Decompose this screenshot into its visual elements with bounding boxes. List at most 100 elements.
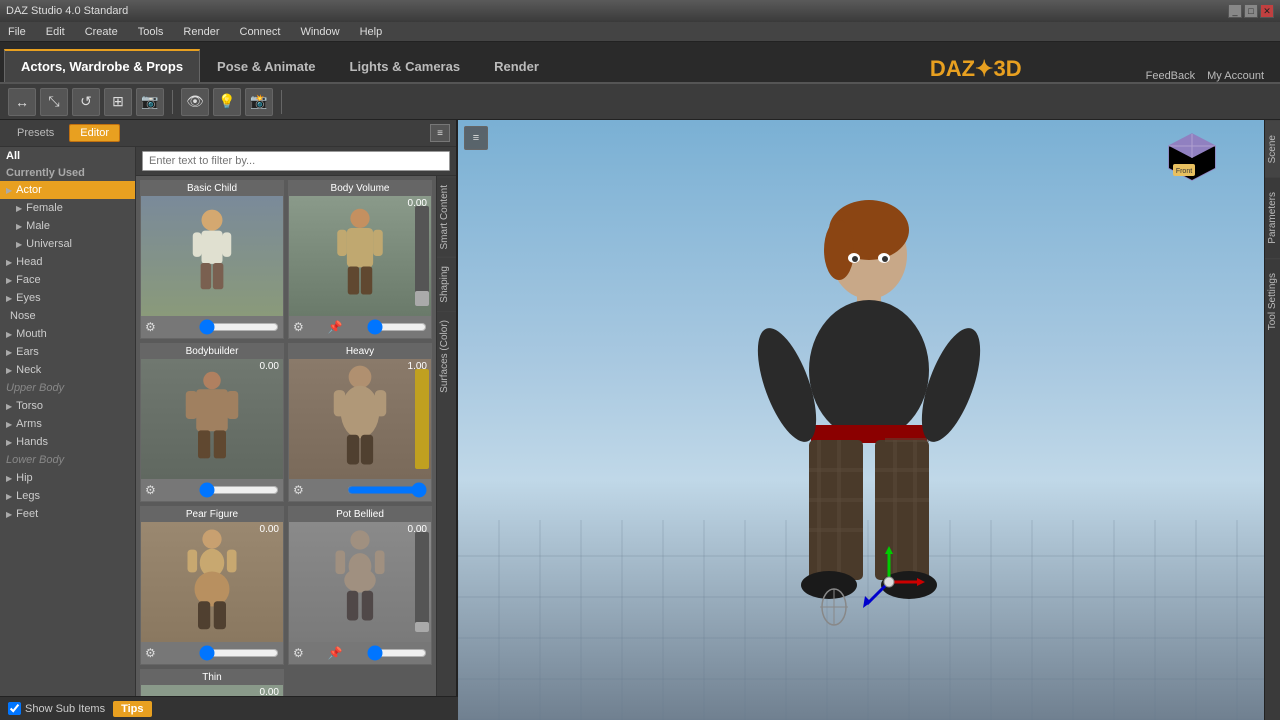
myaccount-link[interactable]: My Account: [1207, 70, 1264, 82]
card-slider-body-volume[interactable]: [367, 321, 427, 333]
card-settings-icon-6[interactable]: ⚙: [293, 646, 304, 660]
menu-create[interactable]: Create: [81, 24, 122, 40]
card-slider-pot-bellied[interactable]: [367, 647, 427, 659]
card-thin[interactable]: Thin 0.00: [140, 669, 284, 696]
smart-content-tab[interactable]: Smart Content: [437, 176, 456, 257]
cat-actor[interactable]: ▶Actor: [0, 181, 135, 199]
menu-file[interactable]: File: [4, 24, 30, 40]
cat-nose[interactable]: Nose: [0, 307, 135, 325]
cat-lower-body-header: Lower Body: [0, 451, 135, 469]
card-img-thin: 0.00: [141, 685, 283, 696]
cat-female[interactable]: ▶Female: [0, 199, 135, 217]
cat-hip[interactable]: ▶Hip: [0, 469, 135, 487]
card-pot-bellied[interactable]: Pot Bellied: [288, 506, 432, 665]
card-settings-icon-5[interactable]: ⚙: [145, 646, 156, 660]
cat-face[interactable]: ▶Face: [0, 271, 135, 289]
close-button[interactable]: ✕: [1260, 4, 1274, 18]
maximize-button[interactable]: □: [1244, 4, 1258, 18]
card-title-body-volume: Body Volume: [289, 181, 431, 196]
card-controls-body-volume: ⚙ 📌: [289, 316, 431, 338]
card-slider-basic-child[interactable]: [199, 321, 279, 333]
card-pin-icon-2[interactable]: 📌: [328, 646, 343, 660]
show-sub-items-bottom-label[interactable]: Show Sub Items: [8, 702, 105, 715]
toolbar-btn-2[interactable]: ⤡: [40, 88, 68, 116]
toolbar-btn-5[interactable]: 📷: [136, 88, 164, 116]
menu-bar: File Edit Create Tools Render Connect Wi…: [0, 22, 1280, 42]
tab-render[interactable]: Render: [477, 49, 556, 82]
toolbar-btn-6[interactable]: 👁: [181, 88, 209, 116]
toolbar-separator-2: [281, 90, 282, 114]
card-body-volume[interactable]: Body Volume 0.00: [288, 180, 432, 339]
figure-base-indicator: [819, 587, 849, 630]
card-pear-figure[interactable]: Pear Figure: [140, 506, 284, 665]
editor-tab[interactable]: Editor: [69, 124, 120, 142]
search-input[interactable]: [142, 151, 450, 171]
card-bodybuilder[interactable]: Bodybuilder 0.00: [140, 343, 284, 502]
panel-menu-button[interactable]: ≡: [430, 124, 450, 142]
cat-mouth[interactable]: ▶Mouth: [0, 325, 135, 343]
toolbar-btn-8[interactable]: 📸: [245, 88, 273, 116]
cat-arms[interactable]: ▶Arms: [0, 415, 135, 433]
cat-universal[interactable]: ▶Universal: [0, 235, 135, 253]
shaping-tab[interactable]: Shaping: [437, 257, 456, 311]
tab-pose[interactable]: Pose & Animate: [200, 49, 333, 82]
card-settings-icon-3[interactable]: ⚙: [145, 483, 156, 497]
filter-bar: [136, 147, 456, 176]
show-sub-items-bottom-text: Show Sub Items: [25, 703, 105, 715]
card-title-pot-bellied: Pot Bellied: [289, 507, 431, 522]
content-area: Basic Child: [136, 147, 456, 720]
transform-gizmo: [849, 542, 929, 625]
card-basic-child[interactable]: Basic Child: [140, 180, 284, 339]
content-grid: Basic Child: [136, 176, 436, 696]
card-slider-heavy[interactable]: [347, 484, 427, 496]
panel-tabs: Presets Editor ≡: [0, 120, 456, 147]
cat-male[interactable]: ▶Male: [0, 217, 135, 235]
cat-torso[interactable]: ▶Torso: [0, 397, 135, 415]
card-controls-basic-child: ⚙: [141, 316, 283, 338]
viewport[interactable]: Front ≡ Scene Parameters Tool Settings: [458, 120, 1280, 720]
viewport-menu-icon[interactable]: ≡: [464, 126, 488, 150]
toolbar-btn-3[interactable]: ↺: [72, 88, 100, 116]
cat-upper-body-header: Upper Body: [0, 379, 135, 397]
toolbar-btn-1[interactable]: ↔: [8, 88, 36, 116]
menu-connect[interactable]: Connect: [236, 24, 285, 40]
cat-head[interactable]: ▶Head: [0, 253, 135, 271]
scene-panel-tab[interactable]: Scene: [1265, 120, 1280, 177]
card-slider-bodybuilder[interactable]: [199, 484, 279, 496]
menu-window[interactable]: Window: [296, 24, 343, 40]
cat-feet[interactable]: ▶Feet: [0, 505, 135, 523]
parameters-panel-tab[interactable]: Parameters: [1265, 177, 1280, 258]
card-settings-icon-4[interactable]: ⚙: [293, 483, 304, 497]
svg-text:Front: Front: [1176, 168, 1192, 175]
tool-settings-panel-tab[interactable]: Tool Settings: [1265, 258, 1280, 344]
toolbar-btn-4[interactable]: ⊞: [104, 88, 132, 116]
menu-tools[interactable]: Tools: [134, 24, 168, 40]
toolbar-btn-7[interactable]: 💡: [213, 88, 241, 116]
tab-actors[interactable]: Actors, Wardrobe & Props: [4, 49, 200, 82]
card-title-heavy: Heavy: [289, 344, 431, 359]
card-pin-icon[interactable]: 📌: [328, 320, 343, 334]
cat-eyes[interactable]: ▶Eyes: [0, 289, 135, 307]
card-heavy[interactable]: Heavy 1.00: [288, 343, 432, 502]
category-tree: All Currently Used ▶Actor ▶Female ▶Male …: [0, 147, 136, 720]
card-value-thin: 0.00: [260, 687, 279, 696]
show-sub-items-bottom-checkbox[interactable]: [8, 702, 21, 715]
card-controls-heavy: ⚙: [289, 479, 431, 501]
menu-help[interactable]: Help: [356, 24, 387, 40]
minimize-button[interactable]: _: [1228, 4, 1242, 18]
cat-hands[interactable]: ▶Hands: [0, 433, 135, 451]
tips-button[interactable]: Tips: [113, 701, 151, 717]
menu-edit[interactable]: Edit: [42, 24, 69, 40]
surfaces-color-tab[interactable]: Surfaces (Color): [437, 311, 456, 401]
presets-tab[interactable]: Presets: [6, 124, 65, 142]
card-settings-icon[interactable]: ⚙: [145, 320, 156, 334]
card-slider-pear[interactable]: [199, 647, 279, 659]
cat-all[interactable]: All: [0, 147, 135, 165]
cat-ears[interactable]: ▶Ears: [0, 343, 135, 361]
cat-neck[interactable]: ▶Neck: [0, 361, 135, 379]
cat-legs[interactable]: ▶Legs: [0, 487, 135, 505]
tab-lights-cameras[interactable]: Lights & Cameras: [333, 49, 478, 82]
menu-render[interactable]: Render: [179, 24, 223, 40]
card-settings-icon-2[interactable]: ⚙: [293, 320, 304, 334]
feedback-link[interactable]: FeedBack: [1146, 70, 1196, 82]
